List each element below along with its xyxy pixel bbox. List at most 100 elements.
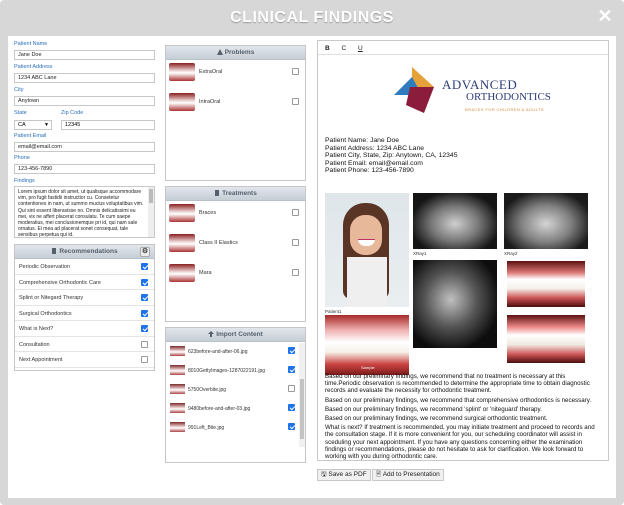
import-item[interactable]: 8010GettyImages-1287022191.jpg bbox=[166, 361, 305, 380]
chevron-down-icon: ▼ bbox=[44, 122, 49, 128]
recommendations-title: Recommendations bbox=[59, 248, 118, 255]
treatment-item[interactable]: Mara bbox=[166, 261, 305, 291]
recommendation-checkbox[interactable] bbox=[141, 294, 148, 301]
import-checkbox[interactable] bbox=[288, 404, 295, 411]
phone-label: Phone bbox=[14, 155, 30, 161]
problem-label: ExtraOral bbox=[199, 69, 223, 75]
import-thumbnail bbox=[170, 422, 185, 432]
save-as-pdf-button[interactable]: 🖫 Save as PDF bbox=[317, 469, 371, 481]
treatment-item[interactable]: Class II Elastics bbox=[166, 231, 305, 261]
city-input[interactable]: Anytown bbox=[14, 96, 155, 106]
problem-checkbox[interactable] bbox=[292, 98, 299, 105]
recommendation-item[interactable]: Surgical Orthodontics bbox=[15, 306, 154, 321]
recommendation-item[interactable]: Consultation bbox=[15, 337, 154, 352]
recommendation-label: Consultation bbox=[19, 341, 50, 348]
treatment-checkbox[interactable] bbox=[292, 239, 299, 246]
patient-name-label: Patient Name bbox=[14, 41, 48, 47]
zip-input[interactable]: 12345 bbox=[61, 120, 155, 130]
recommendation-label: Splint or Nitegard Therapy bbox=[19, 295, 84, 301]
close-icon[interactable]: ✕ bbox=[597, 7, 613, 25]
editor-toolbar: B C U bbox=[318, 41, 608, 55]
gear-icon[interactable]: ⚙ bbox=[140, 247, 150, 257]
import-checkbox[interactable] bbox=[288, 423, 295, 430]
import-checkbox[interactable] bbox=[288, 366, 295, 373]
state-value: CA bbox=[18, 122, 26, 128]
import-filename: 623before-and-after-06.jpg bbox=[188, 349, 248, 355]
state-select[interactable]: CA ▼ bbox=[14, 120, 52, 130]
import-filename: 9480before-and-after-03.jpg bbox=[188, 406, 251, 412]
teeth-photo-1 bbox=[507, 261, 585, 307]
bold-button[interactable]: B bbox=[325, 45, 330, 52]
treatments-header: Treatments bbox=[166, 187, 305, 201]
recommendation-checkbox[interactable] bbox=[141, 278, 148, 286]
import-item[interactable]: 623before-and-after-06.jpg bbox=[166, 342, 305, 361]
narrative-p2: Based on our preliminary findings, we re… bbox=[325, 396, 592, 404]
logo-tagline: BRACES FOR CHILDREN & ADULTS bbox=[465, 107, 544, 112]
recommendation-label: Next Appointment bbox=[19, 357, 63, 363]
xray2-image bbox=[504, 193, 588, 249]
patient-address-input[interactable]: 1234 ABC Lane bbox=[14, 73, 155, 83]
code-button[interactable]: C bbox=[342, 45, 347, 52]
xray1-image bbox=[413, 193, 497, 249]
underline-button[interactable]: U bbox=[358, 45, 363, 52]
treatment-checkbox[interactable] bbox=[292, 269, 299, 276]
narrative-p3: Based on our preliminary findings, we re… bbox=[325, 405, 542, 413]
treatment-item[interactable]: Braces bbox=[166, 201, 305, 231]
practice-logo: ADVANCED ORTHODONTICS BRACES FOR CHILDRE… bbox=[394, 63, 551, 119]
findings-textarea[interactable]: Lorem ipsum dolor sit amet, ut qualisque… bbox=[14, 186, 155, 238]
import-thumbnail bbox=[170, 346, 185, 356]
sample-caption: Sample bbox=[361, 365, 375, 370]
narrative-p4: Based on our preliminary findings, we re… bbox=[325, 415, 548, 423]
import-item[interactable]: 9480before-and-after-03.jpg bbox=[166, 399, 305, 418]
document-editor[interactable]: B C U ADVANCED ORTHODONTICS BRACES FOR C… bbox=[317, 40, 609, 461]
recommendation-checkbox[interactable] bbox=[141, 340, 148, 348]
recommendations-panel: Recommendations ⚙ Periodic Observation Co… bbox=[14, 244, 155, 371]
recommendation-item[interactable]: Splint or Nitegard Therapy bbox=[15, 290, 154, 306]
import-content-scrollbar[interactable] bbox=[299, 343, 305, 447]
findings-scrollbar[interactable] bbox=[148, 187, 154, 237]
recommendation-checkbox[interactable] bbox=[141, 263, 148, 270]
recommendation-item[interactable]: Periodic Observation bbox=[15, 259, 154, 275]
recommendation-item[interactable]: Next Appointment bbox=[15, 352, 154, 368]
import-item[interactable]: 5750Overbite.jpg bbox=[166, 380, 305, 399]
recommendation-item[interactable]: Comprehensive Orthodontic Care bbox=[15, 275, 154, 290]
import-thumbnail bbox=[170, 365, 185, 375]
import-filename: 991Left_Bite.jpg bbox=[188, 425, 225, 431]
patient1-caption: Patient1 bbox=[325, 309, 342, 314]
doc-patient-phone: Patient Phone: 123-456-7890 bbox=[325, 167, 414, 174]
import-checkbox[interactable] bbox=[288, 347, 295, 354]
patient-name-input[interactable]: Jane Doe bbox=[14, 50, 155, 60]
import-content-list: 623before-and-after-06.jpg 8010GettyImage… bbox=[166, 342, 305, 437]
phone-input[interactable]: 123-456-7890 bbox=[14, 164, 155, 174]
add-to-presentation-button[interactable]: 🖹 Add to Presentation bbox=[372, 469, 444, 481]
treatments-list: Braces Class II Elastics Mara bbox=[166, 201, 305, 291]
problems-panel: Problems ExtraOral IntraOral bbox=[165, 45, 306, 181]
narrative-p1: Based on our preliminary findings, we re… bbox=[325, 373, 590, 395]
patient-address-label: Patient Address bbox=[14, 64, 53, 70]
xray1-caption: XRay1 bbox=[413, 251, 427, 256]
problems-header: Problems bbox=[166, 46, 305, 60]
narrative-p5: What is next? If treatment is recommende… bbox=[325, 424, 595, 461]
problem-item[interactable]: IntraOral bbox=[166, 90, 305, 120]
problem-checkbox[interactable] bbox=[292, 68, 299, 75]
clinical-findings-dialog: CLINICAL FINDINGS ✕ Patient Name Jane Do… bbox=[0, 0, 624, 505]
cephalometric-xray-image bbox=[413, 260, 497, 348]
document-body: ADVANCED ORTHODONTICS BRACES FOR CHILDRE… bbox=[324, 57, 606, 461]
problem-label: IntraOral bbox=[199, 99, 221, 105]
recommendation-item[interactable]: What is Next? bbox=[15, 321, 154, 337]
problem-item[interactable]: ExtraOral bbox=[166, 60, 305, 90]
email-label: Patient Email bbox=[14, 133, 47, 139]
treatments-title: Treatments bbox=[222, 190, 257, 197]
state-label: State bbox=[14, 110, 27, 116]
treatment-checkbox[interactable] bbox=[292, 209, 299, 216]
warning-icon bbox=[216, 49, 223, 55]
upload-icon bbox=[208, 331, 215, 337]
recommendation-checkbox[interactable] bbox=[141, 309, 148, 317]
import-item[interactable]: 991Left_Bite.jpg bbox=[166, 418, 305, 437]
recommendation-checkbox[interactable] bbox=[141, 325, 148, 332]
import-filename: 5750Overbite.jpg bbox=[188, 387, 227, 393]
import-filename: 8010GettyImages-1287022191.jpg bbox=[188, 368, 266, 374]
import-checkbox[interactable] bbox=[288, 385, 295, 392]
email-input[interactable]: email@email.com bbox=[14, 142, 155, 152]
recommendation-checkbox[interactable] bbox=[141, 356, 148, 363]
